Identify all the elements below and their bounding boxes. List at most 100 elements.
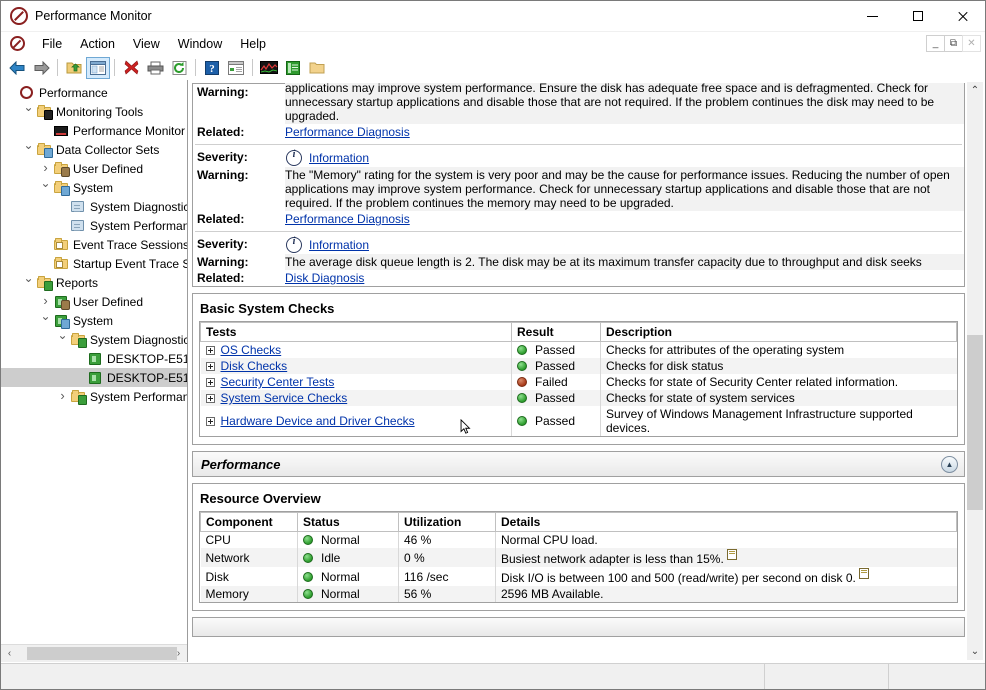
tree-item-system-performanc[interactable]: System Performanc bbox=[1, 387, 187, 406]
severity-value[interactable]: Information bbox=[309, 151, 369, 165]
check-test-link[interactable]: Disk Checks bbox=[221, 359, 288, 373]
print-button[interactable] bbox=[143, 57, 167, 79]
show-hide-tree-button[interactable] bbox=[86, 56, 110, 79]
tree-item-system-performanc[interactable]: System Performanc bbox=[1, 216, 187, 235]
tree-item-monitoring-tools[interactable]: Monitoring Tools bbox=[1, 102, 187, 121]
collapse-up-icon[interactable]: ▲ bbox=[941, 455, 958, 473]
status-label: Normal bbox=[321, 533, 360, 547]
col-utilization[interactable]: Utilization bbox=[398, 512, 496, 532]
expand-icon[interactable] bbox=[205, 362, 215, 371]
chevron-down-icon[interactable] bbox=[38, 311, 53, 331]
tree-item-system-diagnostics[interactable]: System Diagnostics bbox=[1, 330, 187, 349]
tree-item-system-diagnostics[interactable]: System Diagnostics bbox=[1, 197, 187, 216]
tree-item-system[interactable]: System bbox=[1, 311, 187, 330]
expand-icon[interactable] bbox=[205, 378, 215, 387]
toolbar-separator bbox=[114, 59, 115, 76]
chevron-right-icon[interactable] bbox=[55, 386, 70, 407]
status-green-icon bbox=[517, 416, 527, 426]
table-row[interactable]: System Service Checks Passed Checks for st… bbox=[200, 390, 957, 406]
expand-icon[interactable] bbox=[205, 394, 215, 403]
delete-button[interactable] bbox=[119, 57, 143, 79]
tree-horizontal-scrollbar[interactable]: ‹ › bbox=[1, 644, 187, 662]
menu-file[interactable]: File bbox=[33, 35, 71, 53]
col-status[interactable]: Status bbox=[297, 512, 399, 532]
scroll-left-arrow[interactable]: ‹ bbox=[1, 645, 18, 662]
forward-button[interactable] bbox=[29, 57, 53, 79]
menu-view[interactable]: View bbox=[124, 35, 169, 53]
next-section-header[interactable] bbox=[192, 617, 965, 637]
tree-item-system[interactable]: System bbox=[1, 178, 187, 197]
table-row[interactable]: Hardware Device and Driver Checks Passed S… bbox=[200, 406, 957, 436]
resource-overview-table-wrap: Component Status Utilization Details CPU… bbox=[199, 511, 958, 603]
chevron-down-icon[interactable] bbox=[38, 178, 53, 198]
table-row[interactable]: OS Checks Passed Checks for attributes of … bbox=[200, 341, 957, 358]
table-row[interactable]: Security Center Tests Failed Checks for st… bbox=[200, 374, 957, 390]
note-icon[interactable] bbox=[858, 568, 869, 579]
menu-window[interactable]: Window bbox=[169, 35, 231, 53]
new-folder-button[interactable] bbox=[305, 57, 329, 79]
table-row[interactable]: CPU Normal 46 % Normal CPU load. bbox=[200, 531, 957, 548]
check-test-link[interactable]: System Service Checks bbox=[221, 391, 348, 405]
expand-icon[interactable] bbox=[205, 417, 215, 426]
tree-item-event-trace-sessions[interactable]: Event Trace Sessions bbox=[1, 235, 187, 254]
details-cell: 2596 MB Available. bbox=[495, 586, 957, 602]
up-one-level-button[interactable] bbox=[62, 57, 86, 79]
maximize-button[interactable] bbox=[895, 1, 940, 31]
table-row[interactable]: Network Idle 0 % Busiest network adapter is… bbox=[200, 548, 957, 567]
h-scroll-thumb[interactable] bbox=[27, 647, 177, 660]
tree-item-reports[interactable]: Reports bbox=[1, 273, 187, 292]
col-description[interactable]: Description bbox=[600, 322, 957, 342]
mdi-close-button[interactable]: ✕ bbox=[962, 35, 981, 52]
related-link[interactable]: Performance Diagnosis bbox=[285, 212, 410, 226]
chevron-down-icon[interactable] bbox=[21, 273, 36, 293]
report-pane: Warning: The "Disk" rating for the syste… bbox=[188, 80, 985, 662]
tree-item-desktop-e51b6[interactable]: DESKTOP-E51B6 bbox=[1, 349, 187, 368]
check-test-link[interactable]: OS Checks bbox=[221, 343, 282, 357]
properties-button[interactable] bbox=[224, 57, 248, 79]
menu-help[interactable]: Help bbox=[231, 35, 275, 53]
console-tree[interactable]: Performance Monitoring Tools Performance M… bbox=[1, 83, 187, 642]
scroll-down-arrow[interactable]: ⌄ bbox=[967, 643, 983, 660]
report-button[interactable] bbox=[281, 57, 305, 79]
mdi-restore-button[interactable]: ⧉ bbox=[944, 35, 963, 52]
minimize-button[interactable] bbox=[850, 1, 895, 31]
check-test-link[interactable]: Security Center Tests bbox=[221, 375, 335, 389]
menu-action[interactable]: Action bbox=[71, 35, 124, 53]
expand-icon[interactable] bbox=[205, 346, 215, 355]
tree-item-label: System Diagnostics bbox=[90, 332, 187, 347]
tree-item-user-defined[interactable]: User Defined bbox=[1, 292, 187, 311]
col-tests[interactable]: Tests bbox=[200, 322, 512, 342]
table-row[interactable]: Disk Normal 116 /sec Disk I/O is between 10… bbox=[200, 567, 957, 586]
report-vertical-scrollbar[interactable]: ⌃ ⌄ bbox=[967, 82, 983, 660]
col-details[interactable]: Details bbox=[495, 512, 957, 532]
related-row: Related: Performance Diagnosis bbox=[193, 211, 964, 227]
note-icon[interactable] bbox=[726, 549, 737, 560]
back-button[interactable] bbox=[5, 57, 29, 79]
check-test-link[interactable]: Hardware Device and Driver Checks bbox=[221, 414, 415, 428]
related-link[interactable]: Performance Diagnosis bbox=[285, 125, 410, 139]
v-scroll-thumb[interactable] bbox=[967, 335, 983, 510]
performance-section-header[interactable]: Performance ▲ bbox=[192, 451, 965, 477]
help-button[interactable]: ? bbox=[200, 57, 224, 79]
tree-item-desktop-e51b6[interactable]: DESKTOP-E51B6 bbox=[1, 368, 187, 387]
refresh-button[interactable] bbox=[167, 57, 191, 79]
mdi-minimize-button[interactable]: _ bbox=[926, 35, 945, 52]
tree-item-data-collector-sets[interactable]: Data Collector Sets bbox=[1, 140, 187, 159]
h-scroll-track[interactable] bbox=[18, 645, 177, 662]
warning-label: Warning: bbox=[197, 85, 249, 99]
table-row[interactable]: Disk Checks Passed Checks for disk status bbox=[200, 358, 957, 374]
severity-value[interactable]: Information bbox=[309, 238, 369, 252]
chevron-down-icon[interactable] bbox=[55, 330, 70, 350]
details-label: Normal CPU load. bbox=[501, 533, 598, 547]
close-button[interactable] bbox=[940, 1, 985, 31]
col-result[interactable]: Result bbox=[511, 322, 601, 342]
tree-item-user-defined[interactable]: User Defined bbox=[1, 159, 187, 178]
performance-monitor-button[interactable] bbox=[257, 57, 281, 79]
col-component[interactable]: Component bbox=[200, 512, 298, 532]
chevron-down-icon[interactable] bbox=[21, 102, 36, 122]
related-link[interactable]: Disk Diagnosis bbox=[285, 271, 364, 285]
chevron-down-icon[interactable] bbox=[21, 140, 36, 160]
table-row[interactable]: Memory Normal 56 % 2596 MB Available. bbox=[200, 586, 957, 602]
toolbar: ? bbox=[1, 55, 985, 81]
scroll-up-arrow[interactable]: ⌃ bbox=[967, 82, 983, 99]
